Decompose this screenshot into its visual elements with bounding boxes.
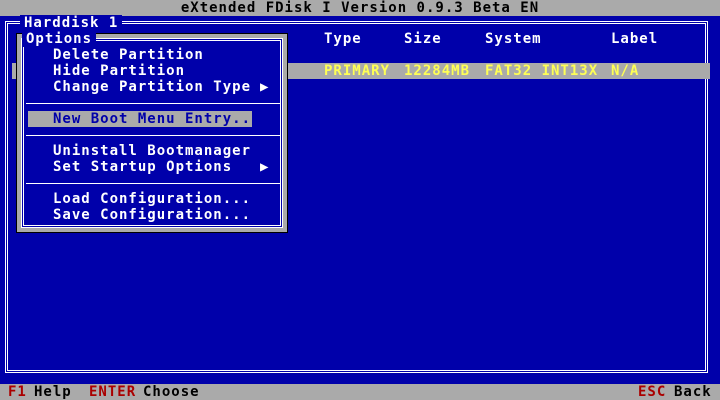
esc-back-label: Back xyxy=(674,384,712,400)
options-menu-title: Options xyxy=(22,31,97,47)
menu-item-change-partition-type[interactable]: Change Partition Type ▶ xyxy=(20,79,268,95)
enter-key[interactable]: ENTER xyxy=(89,384,136,400)
menu-item-label: Save Configuration... xyxy=(53,207,252,223)
submenu-arrow-icon: ▶ xyxy=(260,159,270,175)
menu-item-label: Hide Partition xyxy=(53,63,186,79)
f1-help-label: Help xyxy=(34,384,72,400)
status-bar: F1 Help ENTER Choose ESC Back xyxy=(0,384,720,400)
menu-item-save-configuration[interactable]: Save Configuration... xyxy=(20,207,250,223)
column-header-system: System xyxy=(485,31,542,47)
app-title: eXtended FDisk I Version 0.9.3 Beta EN xyxy=(180,0,540,16)
menu-item-new-boot-menu-entry[interactable]: New Boot Menu Entry... xyxy=(28,111,259,127)
menu-item-label: Change Partition Type xyxy=(53,79,252,95)
partition-type: PRIMARY xyxy=(324,63,391,79)
enter-choose-label: Choose xyxy=(143,384,200,400)
submenu-arrow-icon: ▶ xyxy=(260,79,270,95)
menu-item-uninstall-bootmanager[interactable]: Uninstall Bootmanager xyxy=(20,143,250,159)
menu-item-label: Set Startup Options xyxy=(53,159,233,175)
partition-size: 12284MB xyxy=(404,63,471,79)
menu-item-hide-partition[interactable]: Hide Partition xyxy=(20,63,250,79)
menu-item-set-startup-options[interactable]: Set Startup Options ▶ xyxy=(20,159,268,175)
partition-system: FAT32 INT13X xyxy=(485,63,599,79)
harddisk-title: Harddisk 1 xyxy=(20,15,123,31)
menu-item-label: New Boot Menu Entry... xyxy=(53,111,261,127)
menu-item-label: Delete Partition xyxy=(53,47,204,63)
menu-item-label: Uninstall Bootmanager xyxy=(53,143,252,159)
column-header-size: Size xyxy=(404,31,442,47)
menu-item-load-configuration[interactable]: Load Configuration... xyxy=(20,191,250,207)
partition-label: N/A xyxy=(611,63,640,79)
menu-separator xyxy=(26,183,280,184)
menu-item-delete-partition[interactable]: Delete Partition xyxy=(20,47,250,63)
menu-item-label: Load Configuration... xyxy=(53,191,252,207)
menu-separator xyxy=(26,103,280,104)
column-header-label: Label xyxy=(611,31,659,47)
column-header-type: Type xyxy=(324,31,362,47)
f1-key[interactable]: F1 xyxy=(8,384,27,400)
title-bar: eXtended FDisk I Version 0.9.3 Beta EN xyxy=(0,0,720,16)
esc-key[interactable]: ESC xyxy=(638,384,666,400)
menu-separator xyxy=(26,135,280,136)
